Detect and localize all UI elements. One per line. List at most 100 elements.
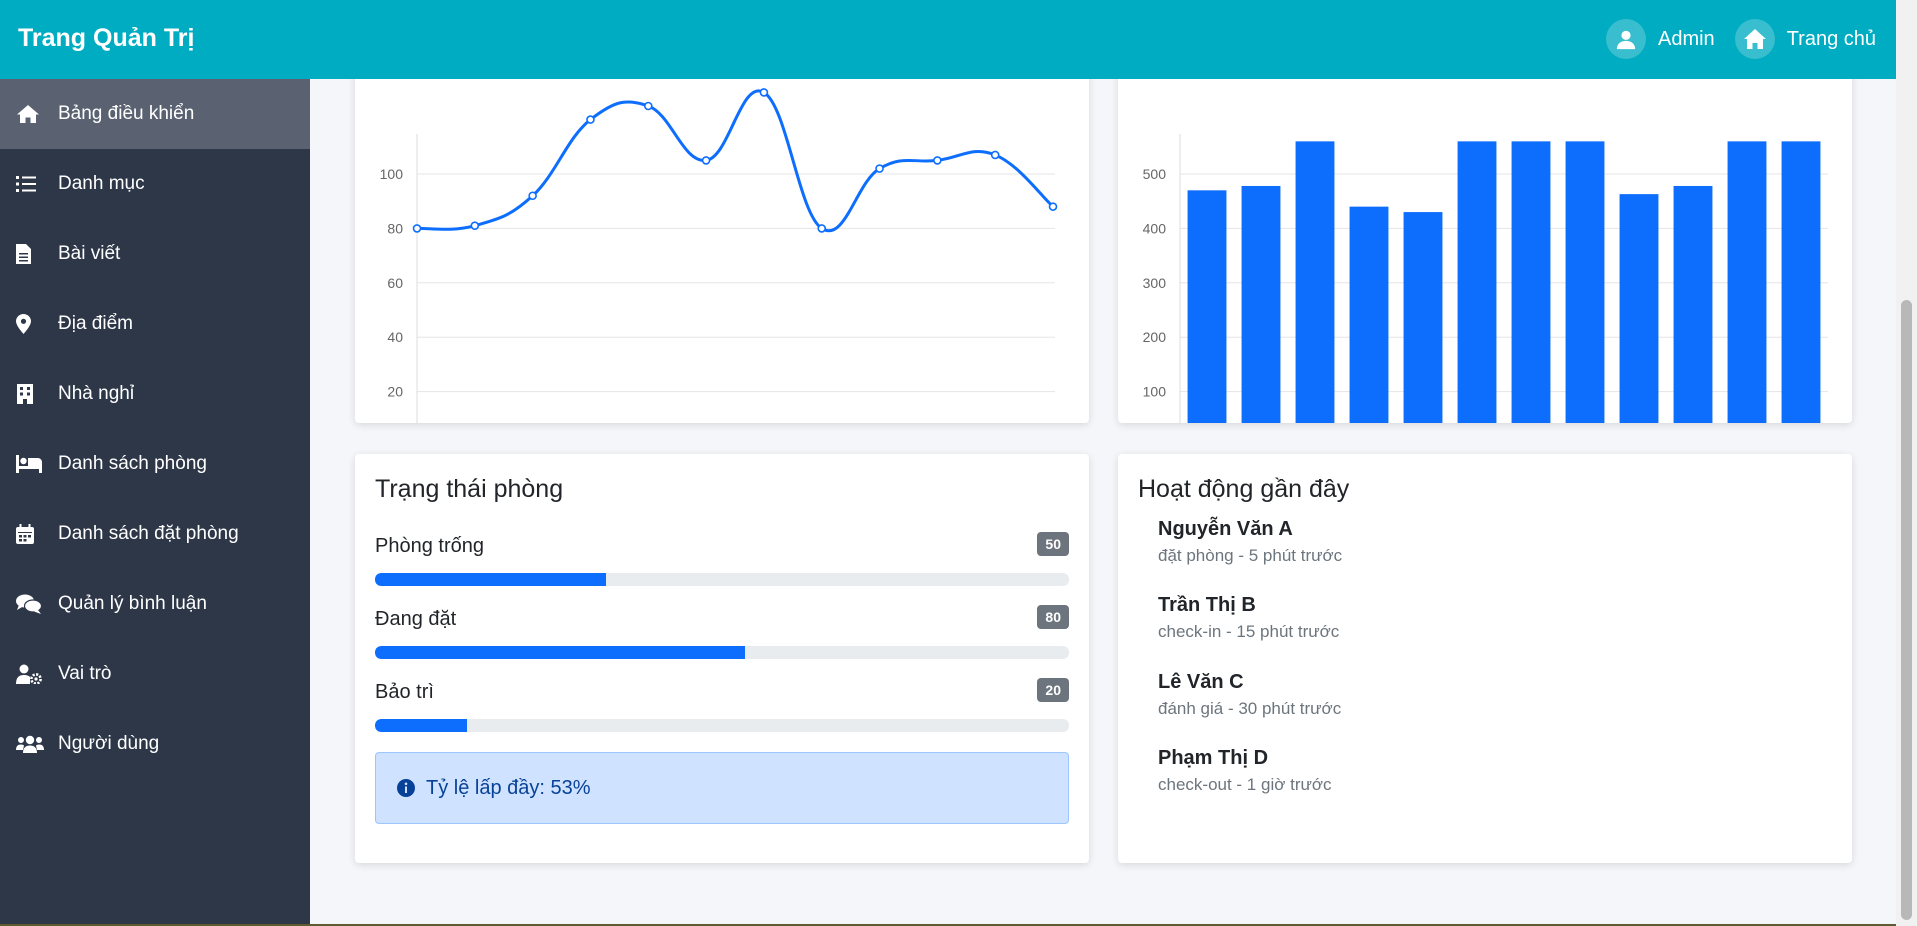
user-gear-icon: [16, 663, 44, 685]
sidebar-item-label: Bài viết: [58, 243, 121, 264]
occupancy-alert: Tỷ lệ lấp đầy: 53%: [375, 752, 1069, 824]
y-tick-label: 100: [380, 166, 404, 182]
activity-desc: đánh giá - 30 phút trước: [1158, 699, 1342, 718]
y-tick-label: 20: [387, 384, 403, 400]
list-icon: [16, 173, 44, 195]
sidebar-item-categories[interactable]: Danh mục: [0, 149, 310, 219]
stat-label: Phòng trống: [375, 535, 484, 557]
scrollbar-thumb[interactable]: [1901, 300, 1912, 920]
data-point: [759, 88, 769, 97]
info-icon: [397, 779, 415, 797]
y-tick-label: 40: [387, 329, 403, 345]
main-content: 020406080100T1T2T3T4T5T6T7T8T9T10T11T12 …: [310, 79, 1896, 926]
sidebar-item-label: Quản lý bình luận: [58, 593, 207, 614]
sidebar-item-label: Danh sách đặt phòng: [58, 523, 239, 544]
bar: [1727, 141, 1767, 447]
admin-user-menu[interactable]: Admin: [1605, 19, 1715, 59]
bar: [1403, 212, 1443, 446]
data-point: [875, 164, 884, 173]
sidebar-item-bookings[interactable]: Danh sách đặt phòng: [0, 499, 310, 569]
data-point: [701, 156, 711, 165]
bar: [1619, 194, 1659, 446]
bar-chart: 0100200300400500T1T2T3T4T5T6T7T8T9T10T11…: [1143, 134, 1828, 475]
count-badge: 20: [1037, 678, 1069, 702]
bar: [1511, 141, 1551, 447]
count-badge: 50: [1037, 532, 1069, 556]
bar: [1673, 185, 1713, 446]
sidebar-item-label: Danh mục: [58, 173, 145, 194]
stat-label: Bảo trì: [375, 681, 434, 703]
stat-label: Đang đặt: [375, 608, 457, 630]
activity-item: Trần Thị B check-in - 15 phút trước: [1158, 594, 1339, 642]
y-tick-label: 60: [387, 275, 403, 291]
sidebar-item-locations[interactable]: Địa điểm: [0, 289, 310, 359]
y-tick-label: 300: [1143, 275, 1167, 291]
activity-item: Nguyễn Văn A đặt phòng - 5 phút trước: [1158, 518, 1342, 566]
data-point: [528, 191, 537, 201]
file-icon: [16, 243, 44, 265]
top-navbar: Trang Quản Trị Admin Trang chủ: [0, 0, 1896, 79]
home-icon: [1734, 19, 1775, 59]
sidebar-item-rooms[interactable]: Danh sách phòng: [0, 429, 310, 499]
admin-label: Admin: [1657, 27, 1715, 50]
activity-name: Nguyễn Văn A: [1158, 518, 1293, 540]
line-chart-card: 020406080100T1T2T3T4T5T6T7T8T9T10T11T12: [355, 79, 1089, 475]
sidebar-item-label: Người dùng: [58, 733, 160, 754]
sidebar: Bảng điều khiển Danh mục Bài viết Địa đi…: [0, 79, 310, 926]
sidebar-item-label: Bảng điều khiển: [58, 103, 195, 124]
progress-bar-available: [375, 573, 1069, 586]
sidebar-item-label: Địa điểm: [58, 313, 133, 334]
stat-maintenance: Bảo trì 20: [375, 678, 1069, 704]
bar: [1457, 141, 1497, 447]
room-status-card: Trạng thái phòng Phòng trống 50 Đang đặt…: [355, 454, 1089, 863]
bar-chart-card: 0100200300400500T1T2T3T4T5T6T7T8T9T10T11…: [1118, 79, 1852, 475]
y-tick-label: 500: [1143, 166, 1167, 182]
sidebar-item-label: Nhà nghỉ: [58, 383, 135, 404]
home-icon: [16, 103, 44, 125]
stat-booked: Đang đặt 80: [375, 605, 1069, 631]
y-tick-label: 80: [387, 220, 403, 236]
activity-name: Trần Thị B: [1158, 594, 1256, 616]
activity-name: Lê Văn C: [1158, 671, 1244, 693]
home-link[interactable]: Trang chủ: [1734, 19, 1876, 59]
sidebar-item-roles[interactable]: Vai trò: [0, 639, 310, 709]
data-point: [1048, 202, 1058, 211]
activity-card: Hoạt động gần đây Nguyễn Văn A đặt phòng…: [1118, 454, 1852, 863]
sidebar-item-comments[interactable]: Quản lý bình luận: [0, 569, 310, 639]
data-point: [990, 150, 1000, 160]
progress-fill: [375, 719, 468, 732]
building-icon: [16, 383, 44, 405]
activity-item: Phạm Thị D check-out - 1 giờ trước: [1158, 747, 1332, 795]
activity-title: Hoạt động gần đây: [1138, 475, 1350, 503]
sidebar-item-guesthouses[interactable]: Nhà nghỉ: [0, 359, 310, 429]
bar: [1565, 141, 1605, 447]
data-point: [817, 224, 827, 233]
scrollbar[interactable]: [1896, 0, 1917, 926]
data-point: [933, 156, 942, 165]
room-status-title: Trạng thái phòng: [375, 475, 564, 503]
sidebar-item-label: Vai trò: [58, 663, 112, 684]
comments-icon: [16, 593, 44, 615]
occupancy-text: Tỷ lệ lấp đầy: 53%: [426, 776, 591, 799]
sidebar-item-users[interactable]: Người dùng: [0, 709, 310, 779]
sidebar-item-posts[interactable]: Bài viết: [0, 219, 310, 289]
line-chart: 020406080100T1T2T3T4T5T6T7T8T9T10T11T12: [380, 88, 1065, 475]
users-icon: [16, 733, 44, 755]
home-label: Trang chủ: [1786, 27, 1876, 50]
stat-available: Phòng trống 50: [375, 532, 1069, 558]
progress-fill: [375, 573, 607, 586]
bar: [1241, 185, 1281, 446]
activity-desc: check-in - 15 phút trước: [1158, 622, 1340, 641]
activity-item: Lê Văn C đánh giá - 30 phút trước: [1158, 671, 1341, 719]
y-tick-label: 100: [1143, 384, 1167, 400]
activity-name: Phạm Thị D: [1158, 747, 1269, 769]
data-point: [412, 224, 422, 233]
sidebar-item-dashboard[interactable]: Bảng điều khiển: [0, 79, 310, 149]
calendar-icon: [16, 523, 44, 545]
activity-desc: đặt phòng - 5 phút trước: [1158, 546, 1343, 565]
y-tick-label: 200: [1143, 329, 1167, 345]
count-badge: 80: [1037, 605, 1069, 629]
brand-title[interactable]: Trang Quản Trị: [18, 24, 194, 53]
data-point: [586, 115, 595, 124]
bar: [1781, 141, 1821, 447]
